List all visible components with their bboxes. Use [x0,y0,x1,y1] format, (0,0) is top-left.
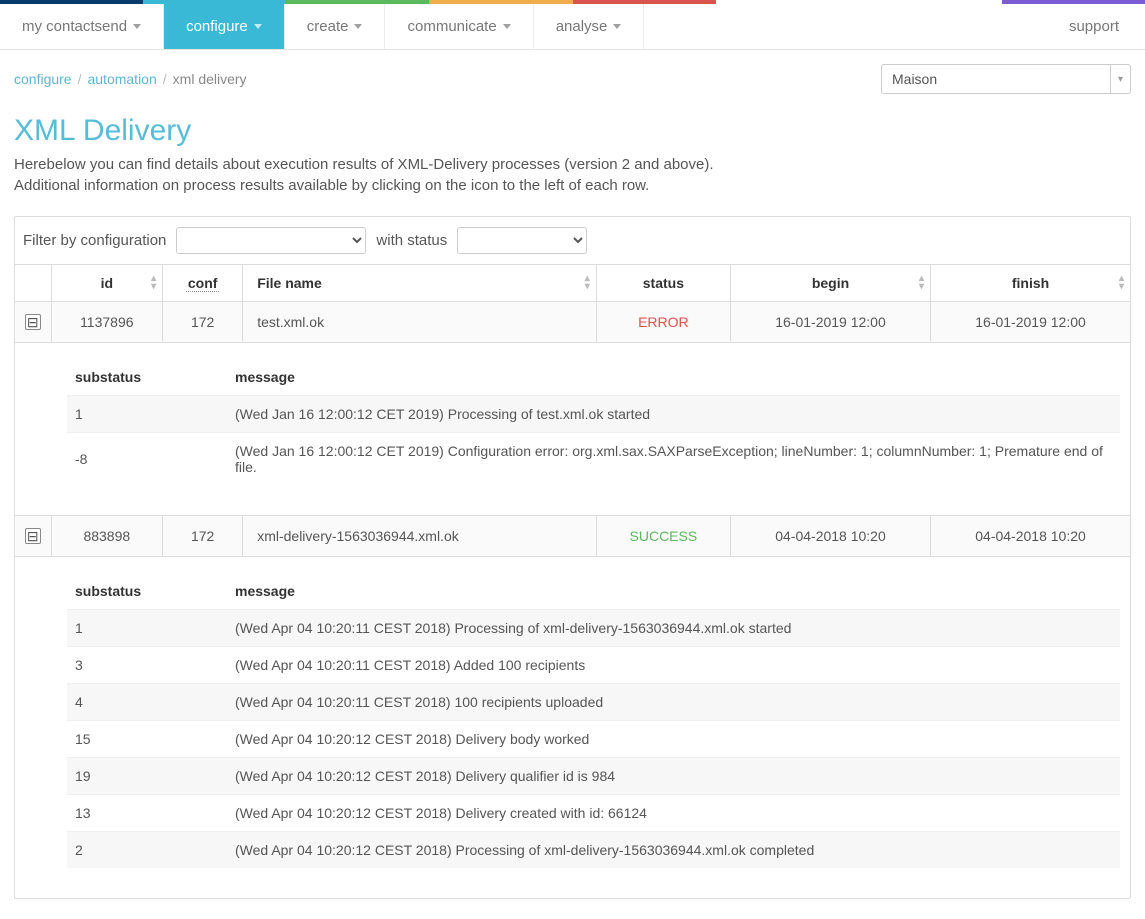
page-lead: Herebelow you can find details about exe… [14,154,1131,196]
cell-id: 1137896 [51,302,163,343]
filter-config-label: Filter by configuration [23,232,166,249]
filter-config-select[interactable]: -- all configurations [176,227,366,254]
detail-row: 4(Wed Apr 04 10:20:11 CEST 2018) 100 rec… [67,684,1120,721]
col-file[interactable]: File name▴▾ [243,265,597,302]
detail-message: (Wed Apr 04 10:20:12 CEST 2018) Delivery… [227,721,1120,758]
nav-support[interactable]: support [1043,4,1145,49]
detail-message: (Wed Apr 04 10:20:11 CEST 2018) 100 reci… [227,684,1120,721]
row-expander[interactable]: ⊟ [25,528,41,544]
detail-substatus: 15 [67,721,227,758]
detail-message: (Wed Jan 16 12:00:12 CET 2019) Configura… [227,433,1120,486]
nav-tab-create[interactable]: create [285,4,386,49]
chevron-down-icon [613,24,621,29]
detail-table: substatusmessage1(Wed Jan 16 12:00:12 CE… [67,359,1120,485]
cell-id: 883898 [51,516,163,557]
row-expander[interactable]: ⊟ [25,314,41,330]
account-selector-value: Maison [892,71,937,87]
cell-filename: xml-delivery-1563036944.xml.ok [243,516,597,557]
col-expand [15,265,51,302]
detail-substatus: 1 [67,610,227,647]
nav-tab-configure[interactable]: configure [164,4,285,49]
table-row: ⊟1137896172test.xml.okERROR16-01-2019 12… [15,302,1130,343]
col-conf[interactable]: conf [163,265,243,302]
cell-status: ERROR [596,302,730,343]
account-selector[interactable]: Maison ▾ [881,64,1131,94]
results-panel: Filter by configuration -- all configura… [14,216,1131,899]
breadcrumb-link[interactable]: automation [87,71,156,87]
detail-substatus: 1 [67,396,227,433]
cell-begin: 16-01-2019 12:00 [730,302,930,343]
subbar: configure/automation/xml delivery Maison… [0,50,1145,104]
detail-substatus: 13 [67,795,227,832]
detail-row: -8(Wed Jan 16 12:00:12 CET 2019) Configu… [67,433,1120,486]
cell-status: SUCCESS [596,516,730,557]
detail-message: (Wed Apr 04 10:20:11 CEST 2018) Added 10… [227,647,1120,684]
detail-row: 2(Wed Apr 04 10:20:12 CEST 2018) Process… [67,832,1120,869]
cell-finish: 16-01-2019 12:00 [931,302,1130,343]
detail-substatus: 19 [67,758,227,795]
col-finish[interactable]: finish▴▾ [931,265,1130,302]
detail-substatus: -8 [67,433,227,486]
detail-row: 13(Wed Apr 04 10:20:12 CEST 2018) Delive… [67,795,1120,832]
detail-message: (Wed Jan 16 12:00:12 CET 2019) Processin… [227,396,1120,433]
filter-status-label: with status [376,232,447,249]
detail-col-substatus: substatus [67,359,227,396]
chevron-down-icon [354,24,362,29]
filter-status-select[interactable]: -- doesn't matter [457,227,587,254]
cell-begin: 04-04-2018 10:20 [730,516,930,557]
nav-tab-analyse[interactable]: analyse [534,4,645,49]
page-title: XML Delivery [14,114,1131,148]
cell-finish: 04-04-2018 10:20 [931,516,1130,557]
detail-row: 3(Wed Apr 04 10:20:11 CEST 2018) Added 1… [67,647,1120,684]
detail-message: (Wed Apr 04 10:20:12 CEST 2018) Processi… [227,832,1120,869]
detail-message: (Wed Apr 04 10:20:11 CEST 2018) Processi… [227,610,1120,647]
col-begin[interactable]: begin▴▾ [730,265,930,302]
breadcrumb-link[interactable]: configure [14,71,72,87]
detail-row: 15(Wed Apr 04 10:20:12 CEST 2018) Delive… [67,721,1120,758]
detail-substatus: 2 [67,832,227,869]
detail-substatus: 3 [67,647,227,684]
detail-col-message: message [227,573,1120,610]
chevron-down-icon [133,24,141,29]
table-row: ⊟ 883898172xml-delivery-1563036944.xml.ok… [15,516,1130,557]
cell-conf: 172 [163,302,243,343]
detail-row: 19(Wed Apr 04 10:20:12 CEST 2018) Delive… [67,758,1120,795]
detail-col-substatus: substatus [67,573,227,610]
nav-tab-my-contactsend[interactable]: my contactsend [0,4,164,49]
main-nav: my contactsendconfigurecreatecommunicate… [0,4,1145,50]
nav-tab-communicate[interactable]: communicate [385,4,533,49]
chevron-down-icon [254,24,262,29]
chevron-down-icon [503,24,511,29]
chevron-down-icon: ▾ [1110,65,1130,93]
detail-table: substatusmessage1(Wed Apr 04 10:20:11 CE… [67,573,1120,868]
cell-filename: test.xml.ok [243,302,597,343]
detail-row: 1(Wed Apr 04 10:20:11 CEST 2018) Process… [67,610,1120,647]
detail-substatus: 4 [67,684,227,721]
breadcrumb-current: xml delivery [173,71,247,87]
col-status[interactable]: status [596,265,730,302]
detail-col-message: message [227,359,1120,396]
detail-row: 1(Wed Jan 16 12:00:12 CET 2019) Processi… [67,396,1120,433]
filter-bar: Filter by configuration -- all configura… [15,217,1130,264]
col-id[interactable]: id▴▾ [51,265,163,302]
detail-message: (Wed Apr 04 10:20:12 CEST 2018) Delivery… [227,795,1120,832]
breadcrumb: configure/automation/xml delivery [14,71,247,87]
detail-message: (Wed Apr 04 10:20:12 CEST 2018) Delivery… [227,758,1120,795]
results-table: id▴▾ conf File name▴▾ status begin▴▾ fin… [15,264,1130,898]
cell-conf: 172 [163,516,243,557]
